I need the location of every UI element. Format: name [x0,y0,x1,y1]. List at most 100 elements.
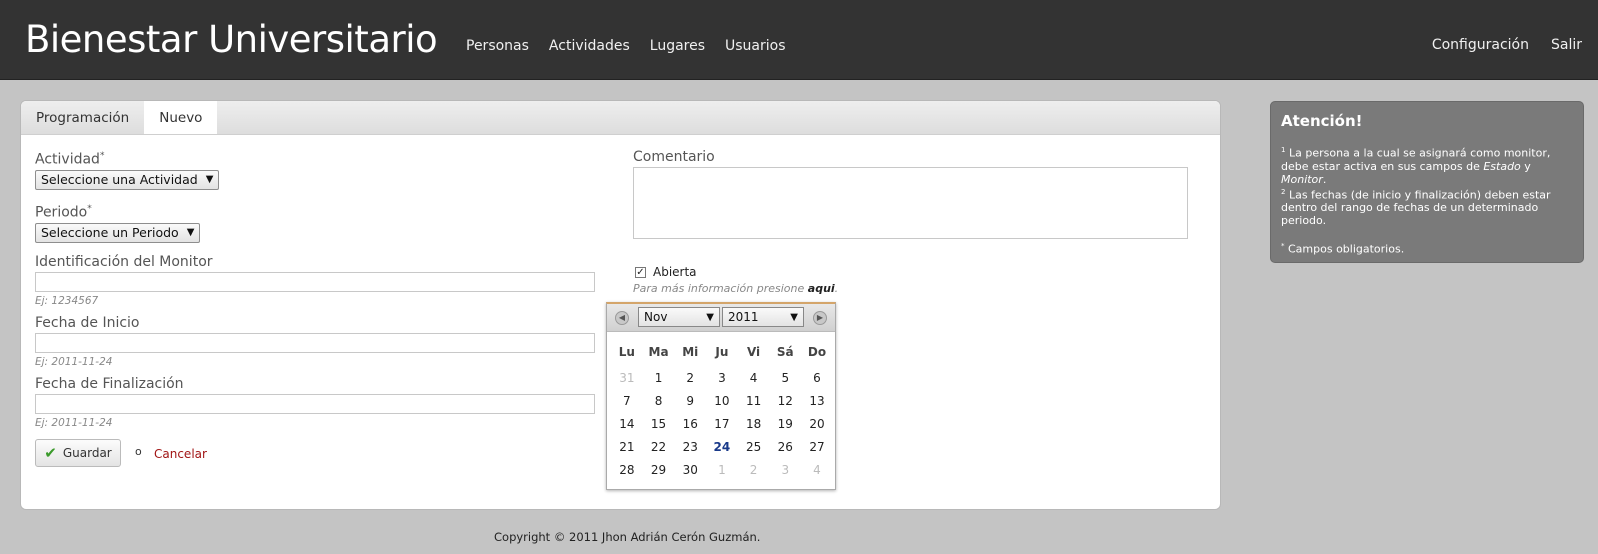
day-cell[interactable]: 29 [643,463,675,477]
nav-lugares[interactable]: Lugares [650,38,705,54]
nav-personas[interactable]: Personas [466,38,529,54]
chevron-down-icon: ▼ [205,174,214,186]
day-cell[interactable]: 14 [611,417,643,431]
datepicker-year-select[interactable]: 2011 ▼ [722,307,804,327]
attention-note-3: * Campos obligatorios. [1281,240,1573,256]
tab-bar: Programación Nuevo [21,101,1220,135]
day-cell[interactable]: 19 [769,417,801,431]
datepicker-grid: Lu Ma Mi Ju Vi Sá Do 31 1 2 3 4 5 6 7 8 … [611,340,833,481]
day-cell[interactable]: 8 [643,394,675,408]
brand-title[interactable]: Bienestar Universitario [25,18,438,61]
note-1-and: y [1520,159,1531,173]
monitor-field: Identificación del Monitor Ej: 1234567 [35,254,595,307]
day-cell[interactable]: 3 [769,463,801,477]
attention-note-1: 1 La persona a la cual se asignará como … [1281,144,1573,186]
day-cell[interactable]: 25 [738,440,770,454]
day-cell[interactable]: 10 [706,394,738,408]
day-cell-today[interactable]: 24 [706,440,738,454]
chevron-right-icon[interactable]: ▶ [813,311,827,325]
day-cell[interactable]: 2 [738,463,770,477]
day-cell[interactable]: 4 [801,463,833,477]
more-info-prefix: Para más información presione [633,282,808,295]
periodo-selected: Seleccione un Periodo [41,225,179,241]
comentario-textarea[interactable] [633,167,1188,239]
day-cell[interactable]: 17 [706,417,738,431]
chevron-down-icon: ▼ [186,227,195,239]
actividad-field: Actividad* Seleccione una Actividad ▼ [35,151,220,190]
day-cell[interactable]: 27 [801,440,833,454]
or-separator: o [135,445,142,458]
day-cell[interactable]: 13 [801,394,833,408]
nav-configuracion[interactable]: Configuración [1432,37,1529,53]
day-cell[interactable]: 2 [674,371,706,385]
tab-nuevo[interactable]: Nuevo [144,101,218,134]
fecha-inicio-hint: Ej: 2011-11-24 [35,356,113,368]
fecha-inicio-input[interactable] [35,333,595,353]
week-row: 31 1 2 3 4 5 6 [611,366,833,389]
datepicker-month-select[interactable]: Nov ▼ [638,307,720,327]
weekday-label: Ma [648,345,669,359]
attention-note-2: 2 Las fechas (de inicio y finalización) … [1281,186,1573,228]
weekday-label: Do [807,345,827,359]
chevron-left-icon[interactable]: ◀ [615,311,629,325]
tab-programacion[interactable]: Programación [21,101,144,134]
fecha-inicio-label: Fecha de Inicio [35,315,140,331]
weekday-label: Lu [618,345,635,359]
day-cell[interactable]: 26 [769,440,801,454]
more-info-text: Para más información presione aqui. [633,282,838,295]
abierta-label: Abierta [653,265,697,279]
nav-usuarios[interactable]: Usuarios [725,38,786,54]
main-nav: Personas Actividades Lugares Usuarios [466,38,806,54]
day-cell[interactable]: 23 [674,440,706,454]
monitor-label: Identificación del Monitor [35,254,213,270]
week-row: 28 29 30 1 2 3 4 [611,458,833,481]
monitor-input[interactable] [35,272,595,292]
day-cell[interactable]: 30 [674,463,706,477]
fecha-inicio-field: Fecha de Inicio Ej: 2011-11-24 [35,315,595,368]
weekday-label: Sá [776,345,794,359]
datepicker-month: Nov [644,310,668,324]
day-cell[interactable]: 15 [643,417,675,431]
day-cell[interactable]: 28 [611,463,643,477]
save-button[interactable]: ✔ Guardar [35,439,121,467]
cancel-link[interactable]: Cancelar [154,447,207,461]
periodo-select[interactable]: Seleccione un Periodo ▼ [35,222,201,243]
actividad-label: Actividad [35,151,100,168]
monitor-hint: Ej: 1234567 [35,295,99,307]
nav-salir[interactable]: Salir [1551,37,1582,53]
more-info-link[interactable]: aqui [808,282,835,295]
day-cell[interactable]: 21 [611,440,643,454]
top-navbar: Bienestar Universitario Personas Activid… [0,0,1598,80]
note-1-monitor: Monitor [1281,172,1323,186]
day-cell[interactable]: 7 [611,394,643,408]
weekday-label: Vi [746,345,761,359]
day-cell[interactable]: 1 [643,371,675,385]
nav-actividades[interactable]: Actividades [549,38,630,54]
day-cell[interactable]: 31 [611,371,643,385]
week-row: 7 8 9 10 11 12 13 [611,389,833,412]
weekday-row: Lu Ma Mi Ju Vi Sá Do [611,340,833,364]
abierta-checkbox[interactable]: ✓ [635,266,646,278]
day-cell[interactable]: 6 [801,371,833,385]
day-cell[interactable]: 5 [769,371,801,385]
periodo-label: Periodo [35,204,88,221]
day-cell[interactable]: 20 [801,417,833,431]
day-cell[interactable]: 9 [674,394,706,408]
datepicker-popup: ◀ Nov ▼ 2011 ▼ ▶ Lu Ma Mi Ju Vi Sá Do 31… [606,302,836,490]
day-cell[interactable]: 18 [738,417,770,431]
day-cell[interactable]: 12 [769,394,801,408]
day-cell[interactable]: 1 [706,463,738,477]
day-cell[interactable]: 16 [674,417,706,431]
fecha-fin-input[interactable] [35,394,595,414]
day-cell[interactable]: 3 [706,371,738,385]
footer-copyright: Copyright © 2011 Jhon Adrián Cerón Guzmá… [494,530,761,544]
note-1-estado: Estado [1483,159,1521,173]
actividad-select[interactable]: Seleccione una Actividad ▼ [35,169,220,190]
attention-title: Atención! [1281,112,1363,130]
day-cell[interactable]: 22 [643,440,675,454]
day-cell[interactable]: 11 [738,394,770,408]
day-cell[interactable]: 4 [738,371,770,385]
required-mark: * [99,151,105,161]
note-3-text: Campos obligatorios. [1284,242,1405,256]
weekday-label: Mi [682,345,699,359]
